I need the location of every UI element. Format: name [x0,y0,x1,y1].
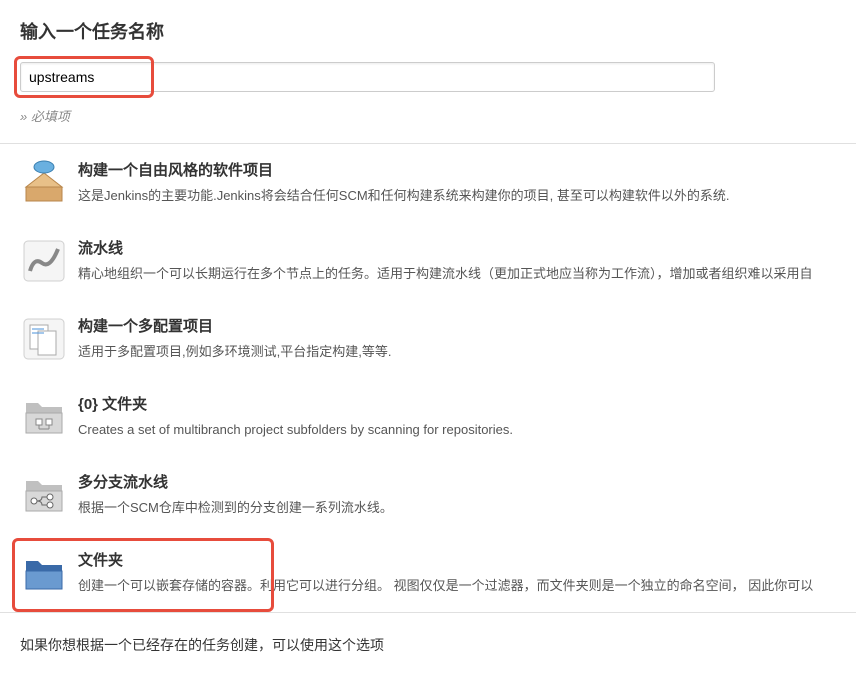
option-title: 流水线 [78,237,836,258]
pipeline-icon [20,237,68,285]
option-title: 构建一个自由风格的软件项目 [78,159,836,180]
option-desc: 适用于多配置项目,例如多环境测试,平台指定构建,等等. [78,342,836,362]
option-pipeline[interactable]: 流水线 精心地组织一个可以长期运行在多个节点上的任务。适用于构建流水线（更加正式… [0,222,856,300]
option-multibranch[interactable]: 多分支流水线 根据一个SCM仓库中检测到的分支创建一系列流水线。 [0,456,856,534]
multibranch-icon [20,471,68,519]
option-desc: Creates a set of multibranch project sub… [78,420,836,440]
option-title: 文件夹 [78,549,836,570]
item-name-input[interactable] [20,62,715,92]
freestyle-icon [20,159,68,207]
page-title: 输入一个任务名称 [20,18,836,44]
multiconfig-icon [20,315,68,363]
required-field-note: 必填项 [20,100,836,143]
copy-from-label: 如果你想根据一个已经存在的任务创建，可以使用这个选项 [20,637,384,653]
option-title: {0} 文件夹 [78,393,836,414]
option-title: 多分支流水线 [78,471,836,492]
orgfolder-icon [20,393,68,441]
option-desc: 创建一个可以嵌套存储的容器。利用它可以进行分组。 视图仅仅是一个过滤器，而文件夹… [78,576,836,596]
option-multiconfig[interactable]: 构建一个多配置项目 适用于多配置项目,例如多环境测试,平台指定构建,等等. [0,300,856,378]
option-desc: 这是Jenkins的主要功能.Jenkins将会结合任何SCM和任何构建系统来构… [78,186,836,206]
option-title: 构建一个多配置项目 [78,315,836,336]
option-desc: 根据一个SCM仓库中检测到的分支创建一系列流水线。 [78,498,836,518]
option-desc: 精心地组织一个可以长期运行在多个节点上的任务。适用于构建流水线（更加正式地应当称… [78,264,836,284]
option-freestyle[interactable]: 构建一个自由风格的软件项目 这是Jenkins的主要功能.Jenkins将会结合… [0,144,856,222]
option-folder[interactable]: 文件夹 创建一个可以嵌套存储的容器。利用它可以进行分组。 视图仅仅是一个过滤器，… [0,534,856,612]
option-orgfolder[interactable]: {0} 文件夹 Creates a set of multibranch pro… [0,378,856,456]
copy-from-section: 如果你想根据一个已经存在的任务创建，可以使用这个选项 [0,612,856,677]
folder-icon [20,549,68,597]
